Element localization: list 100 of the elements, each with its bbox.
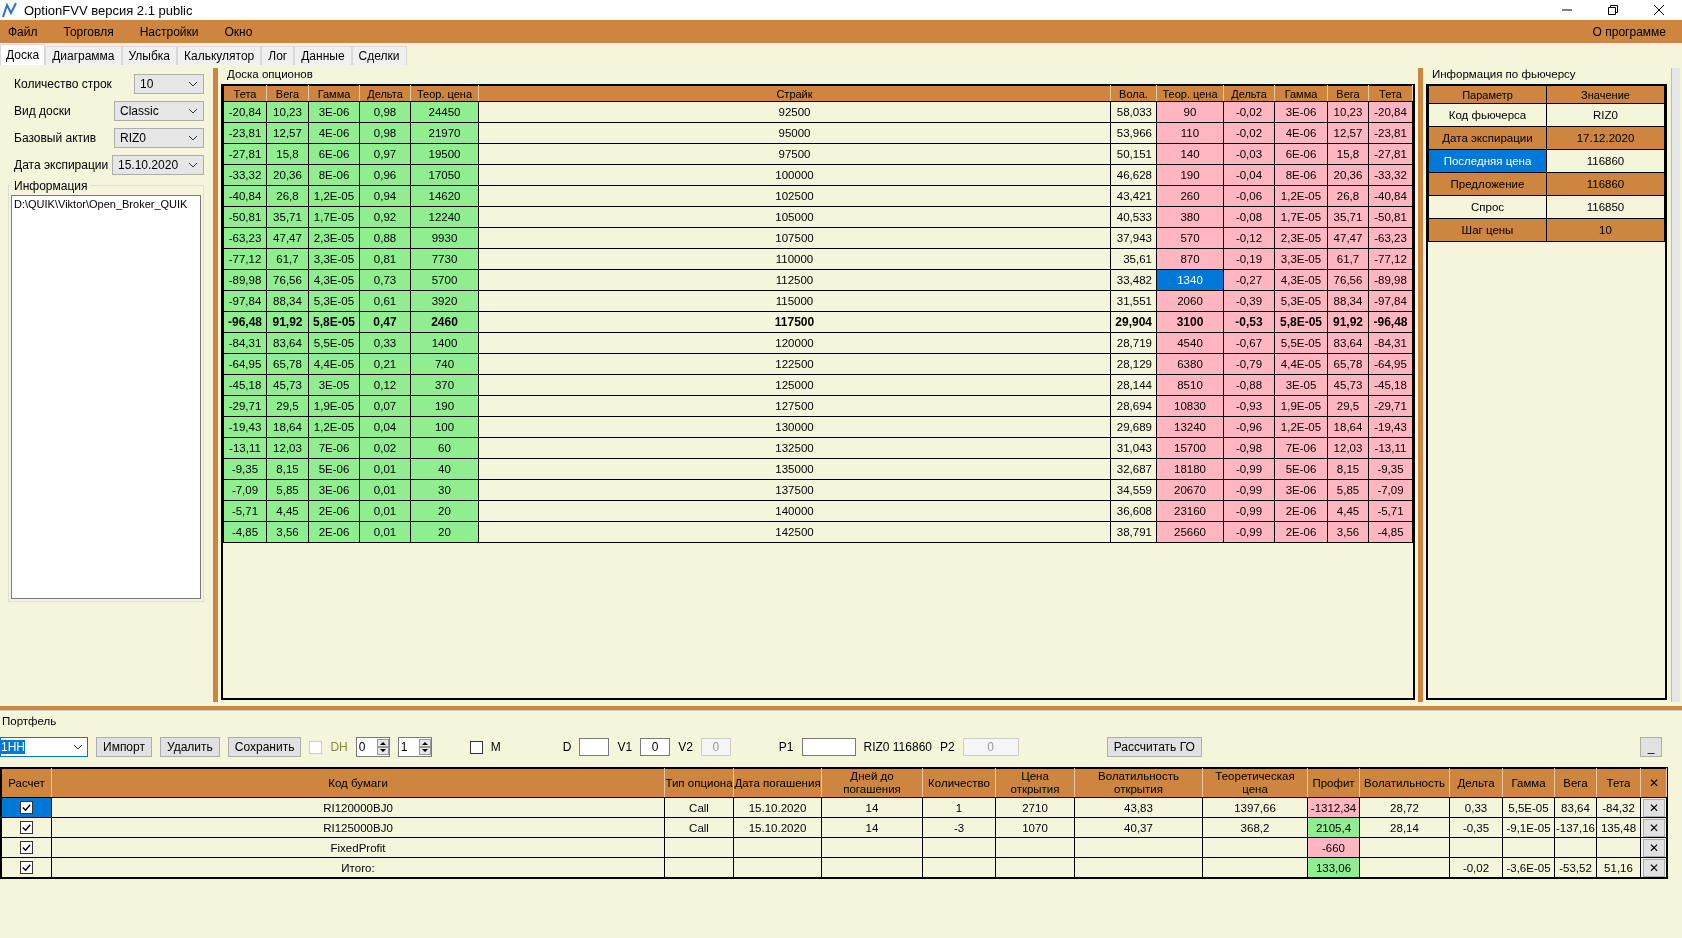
column-header[interactable]: Волатильность bbox=[1359, 768, 1450, 798]
column-header[interactable]: Дельта bbox=[1223, 85, 1275, 102]
table-cell: -23,81 bbox=[223, 122, 267, 144]
tab[interactable]: Калькулятор bbox=[177, 46, 262, 65]
table-cell: -84,31 bbox=[223, 332, 267, 354]
group-title: Портфель bbox=[1, 714, 58, 729]
table-cell: RI120000BJ0 bbox=[51, 797, 665, 818]
tab[interactable]: Доска bbox=[0, 44, 46, 65]
toolbar-button[interactable]: Импорт bbox=[96, 737, 152, 757]
dropdown[interactable]: 10 bbox=[134, 74, 204, 94]
tab[interactable]: Лог bbox=[261, 46, 295, 65]
toolbar-button[interactable]: Сохранить bbox=[227, 737, 302, 757]
input-field[interactable] bbox=[579, 738, 610, 756]
checkbox[interactable] bbox=[20, 841, 33, 855]
input-field[interactable] bbox=[801, 738, 856, 756]
column-header[interactable]: Теор. цена bbox=[1156, 85, 1224, 102]
dropdown[interactable]: 15.10.2020 bbox=[112, 155, 204, 175]
calculate-button[interactable]: Рассчитать ГО bbox=[1106, 737, 1202, 757]
checkbox[interactable] bbox=[469, 740, 483, 754]
table-cell: 115000 bbox=[478, 290, 1111, 312]
spinner-field[interactable]: 0 bbox=[355, 737, 390, 757]
checkbox-label: M bbox=[490, 740, 501, 754]
column-header[interactable]: Значение bbox=[1546, 85, 1665, 104]
table-cell: 130000 bbox=[478, 416, 1111, 438]
column-header[interactable]: Тета bbox=[223, 85, 267, 102]
dropdown[interactable]: Classic bbox=[114, 101, 204, 121]
menu-item[interactable]: Торговля bbox=[63, 24, 114, 39]
column-header[interactable]: Теор. цена bbox=[410, 85, 479, 102]
table-cell: 100000 bbox=[478, 164, 1111, 186]
table-cell: -5,71 bbox=[223, 500, 267, 522]
column-header[interactable]: Дата погашения bbox=[733, 768, 822, 798]
column-header[interactable]: Цена открытия bbox=[995, 768, 1075, 798]
minimize-button[interactable]: _ bbox=[1640, 737, 1662, 757]
checkbox[interactable] bbox=[20, 821, 33, 835]
menu-item[interactable]: Файл bbox=[8, 24, 38, 39]
column-header[interactable]: Вега bbox=[1327, 85, 1369, 102]
table-cell: 132500 bbox=[478, 437, 1111, 459]
column-header[interactable]: Вола. bbox=[1110, 85, 1157, 102]
chevron-down-icon bbox=[188, 135, 198, 141]
column-header[interactable]: Вега bbox=[266, 85, 309, 102]
column-header[interactable]: Вега bbox=[1554, 768, 1597, 798]
table-cell: Спрос bbox=[1428, 195, 1547, 219]
column-header[interactable]: Теоретическая цена bbox=[1202, 768, 1308, 798]
column-header[interactable]: Количество bbox=[922, 768, 996, 798]
tab[interactable]: Улыбка bbox=[121, 46, 178, 65]
column-header[interactable]: Гамма bbox=[308, 85, 360, 102]
table-cell: -20,84 bbox=[223, 101, 267, 123]
column-header[interactable]: Дельта bbox=[359, 85, 411, 102]
column-header[interactable]: Профит bbox=[1307, 768, 1360, 798]
menu-item[interactable]: Настройки bbox=[139, 24, 199, 39]
column-header[interactable]: Страйк bbox=[478, 85, 1111, 102]
table-cell: Предложение bbox=[1428, 172, 1547, 196]
futures-price-label: RIZ0 116860 bbox=[863, 740, 932, 754]
tab[interactable]: Диаграмма bbox=[45, 46, 122, 65]
table-cell: 95000 bbox=[478, 122, 1111, 144]
column-header[interactable]: Параметр bbox=[1428, 85, 1547, 104]
column-header[interactable]: Гамма bbox=[1502, 768, 1555, 798]
checkbox[interactable] bbox=[20, 801, 33, 815]
spinner-arrows-icon bbox=[418, 739, 431, 755]
table-cell: -19,43 bbox=[223, 416, 267, 438]
column-header[interactable]: Тета bbox=[1596, 768, 1641, 798]
table-cell: -77,12 bbox=[223, 248, 267, 270]
remove-row-button[interactable]: ✕ bbox=[1642, 858, 1665, 877]
spinner-field[interactable]: 1 bbox=[397, 737, 432, 757]
restore-icon[interactable] bbox=[1608, 5, 1618, 15]
menu-item[interactable]: О программе bbox=[1592, 24, 1666, 39]
table-cell: -27,81 bbox=[223, 143, 267, 165]
column-header[interactable]: Расчет bbox=[1, 768, 52, 798]
column-header[interactable]: Гамма bbox=[1274, 85, 1328, 102]
table-cell: -89,98 bbox=[223, 269, 267, 291]
tab[interactable]: Сделки bbox=[351, 46, 407, 65]
remove-row-button[interactable]: ✕ bbox=[1642, 798, 1665, 817]
column-header[interactable]: Дельта bbox=[1449, 768, 1503, 798]
table-cell: -33,32 bbox=[223, 164, 267, 186]
table-cell: -45,18 bbox=[223, 374, 267, 396]
dropdown[interactable]: RIZ0 bbox=[114, 128, 204, 148]
field-label: Базовый актив bbox=[13, 131, 97, 145]
column-header[interactable]: ✕ bbox=[1640, 768, 1667, 798]
app-logo-icon bbox=[2, 2, 18, 18]
tab[interactable]: Данные bbox=[294, 46, 352, 65]
column-header[interactable]: Код бумаги bbox=[51, 768, 665, 798]
column-header[interactable]: Тета bbox=[1368, 85, 1413, 102]
input-field[interactable]: 0 bbox=[640, 738, 671, 756]
column-header[interactable]: Волатильность открытия bbox=[1074, 768, 1203, 798]
menu-item[interactable]: Окно bbox=[224, 24, 253, 39]
close-icon[interactable] bbox=[1654, 5, 1664, 15]
info-text-area[interactable]: D:\QUIK\Viktor\Open_Broker_QUIK bbox=[11, 195, 201, 599]
field-label: P1 bbox=[778, 740, 794, 754]
checkbox[interactable] bbox=[20, 861, 33, 875]
remove-row-button[interactable]: ✕ bbox=[1642, 838, 1665, 857]
column-header[interactable]: Тип опциона bbox=[664, 768, 734, 798]
table-cell: 122500 bbox=[478, 353, 1111, 375]
column-header[interactable]: Дней до погашения bbox=[821, 768, 923, 798]
portfolio-dropdown[interactable]: 1НН bbox=[0, 737, 88, 757]
table-cell: 127500 bbox=[478, 395, 1111, 417]
toolbar-button[interactable]: Удалить bbox=[159, 737, 220, 757]
table-cell: -50,81 bbox=[223, 206, 267, 228]
remove-row-button[interactable]: ✕ bbox=[1642, 818, 1665, 837]
table-cell: Дата экспирации bbox=[1428, 126, 1547, 150]
chevron-down-icon bbox=[188, 81, 198, 87]
